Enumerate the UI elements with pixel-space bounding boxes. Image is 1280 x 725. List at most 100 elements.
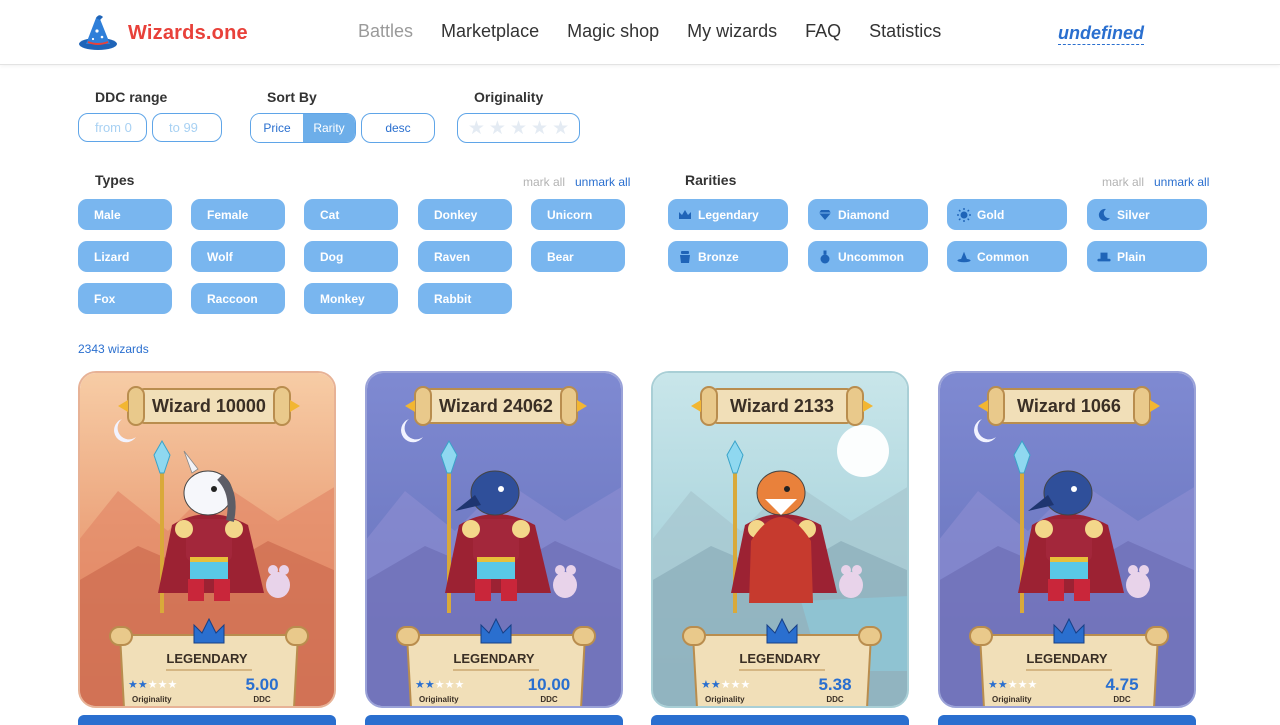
- card-title: Wizard 1066: [1017, 395, 1121, 416]
- ddc-currency-label: DDC: [253, 695, 271, 704]
- sort-order-button[interactable]: desc: [361, 113, 435, 143]
- type-chip-raccoon[interactable]: Raccoon: [191, 283, 285, 314]
- star-icon: ★: [454, 679, 465, 691]
- ddc-currency-label: DDC: [1113, 695, 1131, 704]
- star-icon: ★: [147, 679, 158, 691]
- star-icon: ★: [167, 679, 178, 691]
- type-chip-wolf[interactable]: Wolf: [191, 241, 285, 272]
- nav-magic-shop[interactable]: Magic shop: [567, 21, 659, 42]
- card-action-bar[interactable]: [938, 715, 1196, 725]
- nav-faq[interactable]: FAQ: [805, 21, 841, 42]
- card-title: Wizard 2133: [730, 395, 834, 416]
- rarities-unmark-all[interactable]: unmark all: [1154, 175, 1209, 189]
- type-chip-female[interactable]: Female: [191, 199, 285, 230]
- type-chip-donkey[interactable]: Donkey: [418, 199, 512, 230]
- star-icon[interactable]: ★: [510, 119, 527, 138]
- card-title: Wizard 10000: [152, 395, 266, 416]
- star-icon[interactable]: ★: [552, 119, 569, 138]
- rarity-chip-diamond[interactable]: Diamond: [808, 199, 928, 230]
- type-chip-fox[interactable]: Fox: [78, 283, 172, 314]
- type-chip-raven[interactable]: Raven: [418, 241, 512, 272]
- rarity-chip-silver[interactable]: Silver: [1087, 199, 1207, 230]
- star-icon: ★: [434, 679, 445, 691]
- wizard-character-image: [153, 439, 290, 613]
- nav-statistics[interactable]: Statistics: [869, 21, 941, 42]
- star-icon: ★: [710, 679, 721, 691]
- type-chip-monkey[interactable]: Monkey: [304, 283, 398, 314]
- wizard-hat-logo-icon: [79, 15, 117, 50]
- star-icon: ★: [720, 679, 731, 691]
- originality-stars: ★★★★★: [701, 680, 750, 691]
- rarity-chip-label: Gold: [977, 207, 1005, 222]
- wizard-card[interactable]: Wizard 10000 LEGENDARY ★★★★★ Originality 5.0…: [78, 371, 336, 708]
- type-chip-lizard[interactable]: Lizard: [78, 241, 172, 272]
- card-title-wrap: Wizard 10000: [118, 385, 300, 427]
- card-action-bar[interactable]: [78, 715, 336, 725]
- types-label: Types: [95, 172, 135, 188]
- wizard-card[interactable]: Wizard 2133 LEGENDARY ★★★★★ Originality 5.38…: [651, 371, 909, 708]
- sort-price-option[interactable]: Price: [251, 114, 303, 142]
- sort-rarity-option[interactable]: Rarity: [303, 114, 355, 142]
- rarity-chip-label: Common: [977, 249, 1029, 264]
- star-icon: ★: [424, 679, 435, 691]
- star-icon: ★: [988, 679, 998, 691]
- type-chip-dog[interactable]: Dog: [304, 241, 398, 272]
- types-unmark-all[interactable]: unmark all: [575, 175, 630, 189]
- originality-label: Originality: [474, 89, 544, 105]
- card-title-wrap: Wizard 1066: [978, 385, 1160, 427]
- rarity-chip-gold[interactable]: Gold: [947, 199, 1067, 230]
- card-title: Wizard 24062: [439, 395, 553, 416]
- card-title-wrap: Wizard 24062: [405, 385, 587, 427]
- rarity-chip-common[interactable]: Common: [947, 241, 1067, 272]
- type-chip-male[interactable]: Male: [78, 199, 172, 230]
- sort-by-label: Sort By: [267, 89, 317, 105]
- star-icon[interactable]: ★: [468, 119, 485, 138]
- wizard-character-image: [440, 439, 577, 613]
- rarity-chip-label: Plain: [1117, 249, 1146, 264]
- star-icon: ★: [444, 679, 455, 691]
- rarity-chip-plain[interactable]: Plain: [1087, 241, 1207, 272]
- nav-battles[interactable]: Battles: [358, 21, 413, 42]
- wizard-hat-icon: [957, 250, 971, 264]
- star-icon: ★: [1007, 679, 1018, 691]
- rarity-chip-label: Uncommon: [838, 249, 904, 264]
- wizard-count: 2343 wizards: [78, 342, 149, 356]
- star-icon: ★: [1017, 679, 1028, 691]
- rarities-mark-all[interactable]: mark all: [1102, 175, 1144, 189]
- card-title-wrap: Wizard 2133: [691, 385, 873, 427]
- type-chip-bear[interactable]: Bear: [531, 241, 625, 272]
- types-mark-all[interactable]: mark all: [523, 175, 565, 189]
- wizard-character-image: [726, 439, 863, 613]
- star-icon: ★: [128, 679, 138, 691]
- rarity-chip-label: Bronze: [698, 249, 739, 264]
- user-account-link[interactable]: undefined: [1058, 22, 1144, 45]
- rarity-chip-legendary[interactable]: Legendary: [668, 199, 788, 230]
- nav-my-wizards[interactable]: My wizards: [687, 21, 777, 42]
- ddc-currency-label: DDC: [540, 695, 558, 704]
- rarity-chip-bronze[interactable]: Bronze: [668, 241, 788, 272]
- type-chip-cat[interactable]: Cat: [304, 199, 398, 230]
- type-chip-rabbit[interactable]: Rabbit: [418, 283, 512, 314]
- type-chip-unicorn[interactable]: Unicorn: [531, 199, 625, 230]
- card-price: 5.38: [818, 675, 852, 694]
- logo[interactable]: Wizards.one: [78, 14, 248, 52]
- wizard-card[interactable]: Wizard 1066 LEGENDARY ★★★★★ Originality 4.75…: [938, 371, 1196, 708]
- card-rarity: LEGENDARY: [1026, 651, 1108, 666]
- card-price: 5.00: [245, 675, 279, 694]
- star-icon[interactable]: ★: [531, 119, 548, 138]
- ddc-from-input[interactable]: [78, 113, 147, 142]
- card-rarity: LEGENDARY: [739, 651, 821, 666]
- card-price: 10.00: [527, 675, 571, 694]
- card-action-bar[interactable]: [651, 715, 909, 725]
- originality-label: Originality: [705, 695, 745, 704]
- rarity-chip-label: Diamond: [838, 207, 890, 222]
- nav-marketplace[interactable]: Marketplace: [441, 21, 539, 42]
- card-action-bar[interactable]: [365, 715, 623, 725]
- originality-stars: ★★★★★: [988, 680, 1037, 691]
- star-icon[interactable]: ★: [489, 119, 506, 138]
- wizard-card[interactable]: Wizard 24062 LEGENDARY ★★★★★ Originality 10.…: [365, 371, 623, 708]
- logo-text: Wizards.one: [128, 21, 248, 44]
- ddc-to-input[interactable]: [152, 113, 222, 142]
- rarity-chip-uncommon[interactable]: Uncommon: [808, 241, 928, 272]
- rarities-label: Rarities: [685, 172, 737, 188]
